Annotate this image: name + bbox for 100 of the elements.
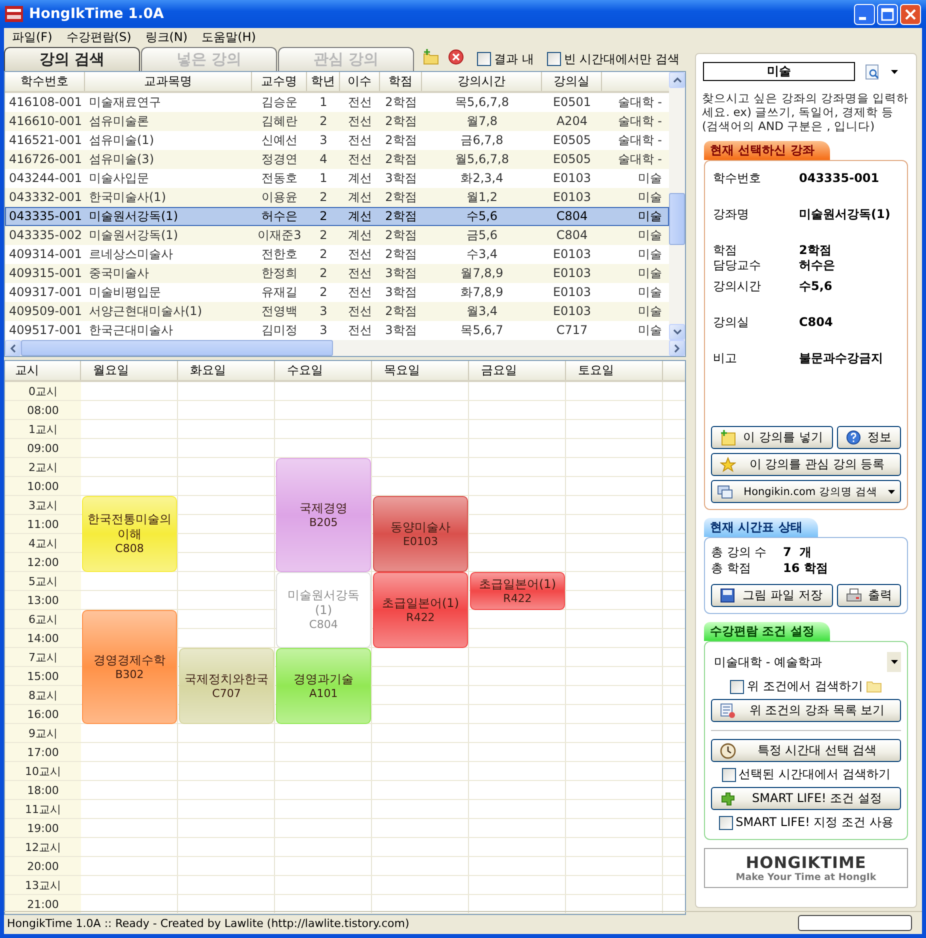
table-cell-text: 미술원서강독(1) [88, 208, 179, 225]
course-block[interactable]: 동양미술사 E0103 [373, 496, 468, 572]
delete-icon[interactable] [448, 49, 464, 65]
table-cell-text: 미술사입문 [88, 170, 150, 187]
scrollbar-thumb[interactable] [21, 340, 333, 356]
table-cell-text: 416521-001 [8, 132, 84, 149]
time-label: 13:00 [5, 591, 81, 610]
table-cell-text: 술대학 - [616, 94, 663, 111]
table-cell-text: 월5,6,7,8 [454, 151, 510, 168]
close-button[interactable] [900, 4, 921, 24]
column-header[interactable]: 강의실 [542, 72, 602, 91]
menu-item[interactable]: 도움말(H) [196, 29, 262, 46]
action-button[interactable]: 위 조건의 강좌 목록 보기 [711, 699, 901, 722]
column-header[interactable]: 학점 [380, 72, 422, 91]
table-cell-text: 2 [318, 284, 328, 301]
checkbox[interactable] [722, 768, 736, 782]
action-button[interactable]: Hongikin.com 강의명 검색 [711, 480, 901, 503]
vertical-scrollbar[interactable] [669, 72, 685, 340]
table-cell-text: 2 [318, 265, 328, 282]
checkbox[interactable] [546, 52, 561, 66]
column-header[interactable]: 교과목명 [85, 72, 252, 91]
table-cell-text: 전선 [347, 322, 373, 339]
checkbox-label: SMART LIFE! 지정 조건 사용 [736, 814, 894, 831]
table-cell-text: 3학점 [384, 284, 418, 301]
course-block[interactable]: 국제경영 B205 [276, 458, 371, 572]
table-cell-text: 계선 [347, 227, 373, 244]
table-row[interactable]: 043332-001 한국미술사(1) 이용윤 2 계선 2학점 월1,2 E0103 미술 [5, 188, 669, 207]
department-dropdown[interactable]: 미술대학 - 예술학과 [711, 652, 901, 672]
table-cell-text: C804 [555, 227, 589, 244]
table-cell-text: 3 [318, 322, 328, 339]
table-cell-text: 이용윤 [260, 189, 298, 206]
course-block[interactable]: 경영과기술 A101 [276, 648, 371, 724]
table-cell-text: 1 [318, 94, 328, 111]
table-cell-text: 2학점 [384, 208, 418, 225]
table-cell-text: 409314-001 [8, 246, 84, 263]
window-title: HongIkTime 1.0A [29, 6, 165, 22]
table-row[interactable]: 409317-001 미술비평입문 유재길 2 전선 3학점 화7,8,9 E0103 미술 [5, 283, 669, 302]
table-cell-text: 중국미술사 [88, 265, 150, 282]
table-row[interactable]: 416108-001 미술재료연구 김승운 1 전선 2학점 목5,6,7,8 E0501 술대학 - [5, 93, 669, 112]
search-icon[interactable] [865, 64, 881, 80]
app-icon [5, 6, 23, 22]
column-header[interactable]: 학수번호 [5, 72, 85, 91]
action-button[interactable]: 이 강의를 넣기 [711, 426, 833, 449]
course-block[interactable]: 한국전통미술의 이해 C808 [82, 496, 177, 572]
course-block[interactable]: 초급일본어(1) R422 [373, 572, 468, 648]
column-header[interactable]: 이수 [340, 72, 380, 91]
dropdown-caret-icon[interactable] [890, 660, 898, 664]
table-cell-text: 043335-002 [8, 227, 84, 244]
table-cell-text: 한국미술사(1) [88, 189, 167, 206]
table-row[interactable]: 416521-001 섬유미술(1) 신예선 3 전선 2학점 금6,7,8 E0505 술대학 - [5, 131, 669, 150]
action-button[interactable]: 그림 파일 저장 [711, 584, 833, 607]
maximize-button[interactable] [877, 4, 898, 24]
table-row[interactable]: 409517-001 한국근대미술사 김미정 3 전선 3학점 목5,6,7 C717 미술 [5, 321, 669, 340]
table-cell-text: 목5,6,7,8 [454, 94, 510, 111]
course-block[interactable]: 초급일본어(1) R422 [470, 572, 565, 610]
table-cell-text: 3학점 [384, 170, 418, 187]
table-cell-text: 2학점 [384, 303, 418, 320]
time-label: 3교시 [5, 496, 81, 515]
action-button[interactable]: SMART LIFE! 조건 설정 [711, 787, 901, 810]
action-button[interactable]: 특정 시간대 선택 검색 [711, 739, 901, 762]
menu-item[interactable]: 수강편람(S) [60, 29, 138, 46]
menu-item[interactable]: 파일(F) [6, 29, 58, 46]
table-row[interactable]: 043335-002 미술원서강독(1) 이재준3 2 계선 2학점 금5,6 C804 미술 [5, 226, 669, 245]
timetable-grid[interactable] [5, 382, 685, 914]
action-button[interactable]: 정보 [837, 426, 901, 449]
column-header[interactable]: 교수명 [252, 72, 307, 91]
course-block[interactable]: 경영경제수학 B302 [82, 610, 177, 724]
table-row[interactable]: 409314-001 르네상스미술사 전한호 2 전선 2학점 수3,4 E0103 미술 [5, 245, 669, 264]
table-cell-text: 미술재료연구 [88, 94, 162, 111]
action-button[interactable]: 출력 [837, 584, 901, 607]
dropdown-caret-icon[interactable] [891, 70, 898, 74]
table-row[interactable]: 043335-001 미술원서강독(1) 허수은 2 계선 2학점 수5,6 C804 미술 [5, 207, 669, 226]
action-button[interactable]: 이 강의를 관심 강의 등록 [711, 453, 901, 476]
checkbox[interactable] [477, 52, 491, 66]
course-block[interactable]: 국제정치와한국 C707 [179, 648, 274, 724]
column-header[interactable]: 학년 [307, 72, 340, 91]
menu-item[interactable]: 링크(N) [139, 29, 194, 46]
table-row[interactable]: 043244-001 미술사입문 전동호 1 계선 3학점 화2,3,4 E0103 미술 [5, 169, 669, 188]
table-row[interactable]: 416726-001 섬유미술(3) 정경연 4 전선 2학점 월5,6,7,8 E0505 술대학 - [5, 150, 669, 169]
search-field[interactable]: 미술 [703, 62, 855, 81]
table-row[interactable]: 409315-001 중국미술사 한정희 2 전선 3학점 월7,8,9 E0103 미술 [5, 264, 669, 283]
field-value: 043335-001 [799, 171, 880, 186]
tab[interactable]: 강의 검색 [4, 47, 140, 71]
checkbox[interactable] [718, 816, 733, 830]
minimize-button[interactable] [854, 4, 875, 24]
table-cell-text: 전선 [347, 246, 373, 263]
scrollbar-thumb[interactable] [669, 193, 685, 245]
day-header: 토요일 [566, 361, 663, 380]
time-label: 1교시 [5, 420, 81, 439]
checkbox[interactable] [730, 680, 744, 694]
table-cell-text: 전선 [347, 265, 373, 282]
time-label: 18:00 [5, 781, 81, 800]
group-title: 수강편람 조건 설정 [704, 622, 830, 641]
new-folder-icon[interactable] [423, 49, 439, 65]
column-header[interactable]: 강의시간 [422, 72, 542, 91]
time-label: 17:00 [5, 743, 81, 762]
table-row[interactable]: 416610-001 섬유미술론 김혜란 2 전선 2학점 월7,8 A204 술대학 - [5, 112, 669, 131]
horizontal-scrollbar[interactable] [4, 340, 686, 357]
table-row[interactable]: 409509-001 서양근현대미술사(1) 전영백 3 전선 2학점 월3,4 E0103 미술 [5, 302, 669, 321]
table-cell-text: 술대학 - [616, 132, 663, 149]
